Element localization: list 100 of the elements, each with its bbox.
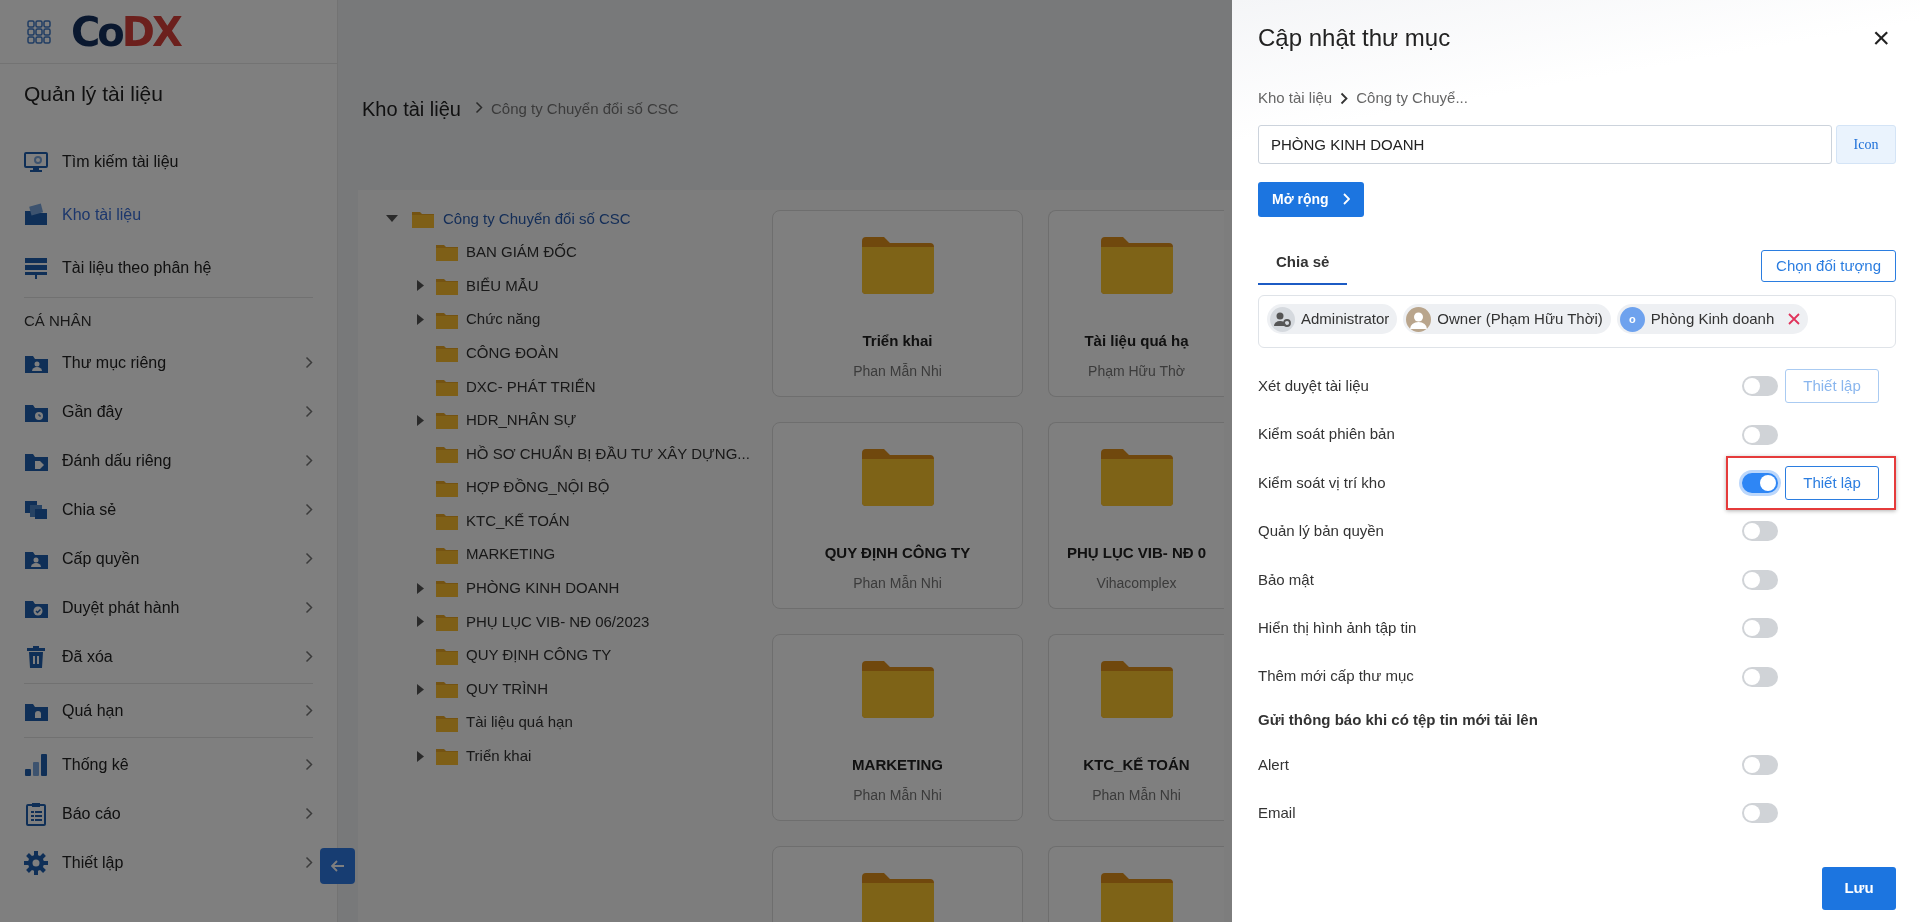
sidebar-item[interactable]: Duyệt phát hành bbox=[0, 583, 337, 632]
caret-down-icon[interactable] bbox=[386, 214, 398, 223]
toggle-switch[interactable] bbox=[1742, 666, 1778, 687]
folder-icon bbox=[24, 203, 48, 227]
tree-item[interactable]: QUY TRÌNH bbox=[466, 677, 548, 701]
caret-right-icon[interactable] bbox=[416, 750, 424, 762]
setup-button[interactable]: Thiết lập bbox=[1785, 466, 1879, 500]
sidebar-item[interactable]: Thống kê bbox=[0, 740, 337, 789]
sidebar-item[interactable]: Báo cáo bbox=[0, 789, 337, 838]
name-input-field[interactable]: PHÒNG KINH DOANH bbox=[1258, 124, 1832, 164]
folder-icon bbox=[1100, 661, 1173, 718]
folder-card[interactable]: Tài liệu quá hạ Phạm Hữu Thờ bbox=[1048, 210, 1224, 397]
folder-icon bbox=[436, 478, 458, 497]
setting-label: Email bbox=[1258, 803, 1297, 824]
monitor-search-icon bbox=[24, 150, 48, 174]
close-button[interactable]: × bbox=[1866, 23, 1896, 53]
caret-right-icon[interactable] bbox=[416, 683, 424, 695]
icon-button[interactable]: Icon bbox=[1836, 124, 1896, 164]
recipient-chip: o Phòng Kinh doanh bbox=[1616, 304, 1809, 334]
toggle-switch[interactable] bbox=[1742, 521, 1778, 542]
chevron-right-icon bbox=[305, 601, 313, 614]
caret-right-icon[interactable] bbox=[416, 582, 424, 594]
folder-icon bbox=[436, 243, 458, 262]
sidebar-item[interactable]: Tài liệu theo phân hệ bbox=[0, 241, 337, 295]
tree-item[interactable]: QUY ĐỊNH CÔNG TY bbox=[466, 644, 612, 667]
panel-title: Cập nhật thư mục bbox=[1258, 23, 1451, 53]
sidebar-item[interactable]: Kho tài liệu bbox=[0, 188, 337, 242]
save-button[interactable]: Lưu bbox=[1822, 867, 1896, 910]
folder-icon bbox=[1100, 449, 1173, 506]
sidebar-item[interactable]: Chia sẻ bbox=[0, 485, 337, 534]
expand-button[interactable]: Mở rộng bbox=[1258, 181, 1364, 217]
tree-item[interactable]: Triển khai bbox=[466, 745, 532, 768]
toggle-switch[interactable] bbox=[1742, 618, 1778, 639]
folder-icon bbox=[861, 237, 934, 294]
section-heading: Gửi thông báo khi có tệp tin mới tải lên bbox=[1258, 710, 1539, 731]
setting-label: Alert bbox=[1258, 754, 1290, 775]
toggle-switch[interactable] bbox=[1742, 376, 1778, 397]
toggle-switch[interactable] bbox=[1742, 473, 1778, 493]
sidebar-item[interactable]: Gần đây bbox=[0, 387, 337, 436]
sidebar-item[interactable]: Đã xóa bbox=[0, 632, 337, 681]
folder-name: QUY ĐỊNH CÔNG TY bbox=[824, 543, 971, 563]
tree-item[interactable]: DXC- PHÁT TRIỂN bbox=[466, 375, 596, 398]
folder-card[interactable]: PHỤ LỤC VIB- NĐ 0 Vihacomplex bbox=[1048, 422, 1224, 609]
toggle-switch[interactable] bbox=[1742, 424, 1778, 445]
tree-item[interactable]: HỒ SƠ CHUẨN BỊ ĐẦU TƯ XÂY DỰNG... bbox=[466, 442, 750, 466]
sidebar-item[interactable]: Thư mục riêng bbox=[0, 338, 337, 387]
folder-card[interactable]: KTC_KẾ TOÁN Phan Mẫn Nhi bbox=[1048, 634, 1224, 821]
remove-icon[interactable] bbox=[1788, 313, 1801, 325]
folder-icon bbox=[436, 344, 458, 363]
folder-name: MARKETING bbox=[852, 755, 943, 775]
tree-item[interactable]: MARKETING bbox=[466, 543, 556, 566]
setting-label: Xét duyệt tài liệu bbox=[1258, 375, 1370, 396]
tree-item[interactable]: CÔNG ĐOÀN bbox=[466, 341, 559, 365]
tree-item[interactable]: Tài liệu quá hạn bbox=[466, 711, 573, 734]
collapse-sidebar-button[interactable] bbox=[320, 848, 355, 884]
breadcrumb-link[interactable]: Kho tài liệu bbox=[1258, 87, 1333, 110]
folder-card[interactable]: MARKETING Phan Mẫn Nhi bbox=[772, 634, 1023, 821]
tree-item[interactable]: BAN GIÁM ĐỐC bbox=[466, 241, 577, 264]
toggle-switch[interactable] bbox=[1742, 754, 1778, 775]
sidebar-item[interactable]: Quá hạn bbox=[0, 686, 337, 735]
caret-right-icon[interactable] bbox=[416, 280, 424, 292]
folder-owner: Phạm Hữu Thờ bbox=[1088, 361, 1185, 381]
toggle-switch[interactable] bbox=[1742, 569, 1778, 590]
folder-owner: Phan Mẫn Nhi bbox=[853, 361, 942, 381]
trash-icon bbox=[24, 644, 48, 669]
sidebar-item[interactable]: Tìm kiếm tài liệu bbox=[0, 135, 337, 189]
folder-icon bbox=[436, 579, 458, 598]
tree-item[interactable]: Công ty Chuyển đổi số CSC bbox=[443, 207, 631, 231]
page-title: Kho tài liệu bbox=[362, 97, 461, 122]
folder-icon bbox=[861, 661, 934, 718]
folder-icon bbox=[1100, 873, 1173, 922]
breadcrumb-link[interactable]: Công ty Chuyển đổi số CSC bbox=[490, 98, 679, 121]
caret-right-icon[interactable] bbox=[416, 414, 424, 426]
tree-item[interactable]: HỢP ĐỒNG_NỘI BỘ bbox=[466, 476, 610, 499]
chevron-right-icon bbox=[305, 405, 313, 418]
folder-icon bbox=[436, 444, 458, 463]
app-grid-icon[interactable] bbox=[27, 19, 51, 44]
caret-right-icon[interactable] bbox=[416, 314, 424, 326]
folder-icon bbox=[436, 545, 458, 564]
sidebar-item[interactable]: Cấp quyền bbox=[0, 534, 337, 583]
tree-item[interactable]: HDR_NHÂN SỰ bbox=[466, 409, 577, 432]
folder-icon bbox=[436, 411, 458, 430]
caret-right-icon[interactable] bbox=[416, 616, 424, 628]
tree-item[interactable]: KTC_KẾ TOÁN bbox=[466, 509, 570, 533]
folder-owner: Phan Mẫn Nhi bbox=[853, 785, 942, 805]
folder-card[interactable]: Triển khai Phan Mẫn Nhi bbox=[772, 210, 1023, 397]
chevron-right-icon bbox=[305, 356, 313, 369]
choose-recipients-button[interactable]: Chọn đối tượng bbox=[1761, 250, 1896, 282]
toggle-switch[interactable] bbox=[1742, 803, 1778, 824]
folder-owner: Phan Mẫn Nhi bbox=[853, 573, 942, 593]
recipient-chip: Administrator bbox=[1267, 304, 1398, 334]
tab[interactable]: Chia sẻ bbox=[1258, 244, 1348, 285]
breadcrumb-link[interactable]: Công ty Chuyể... bbox=[1356, 87, 1468, 110]
tree-item[interactable]: PHÒNG KINH DOANH bbox=[466, 577, 620, 600]
tree-item[interactable]: PHỤ LỤC VIB- NĐ 06/2023 bbox=[466, 610, 650, 634]
tree-item[interactable]: BIỂU MẪU bbox=[466, 274, 539, 298]
folder-card[interactable]: QUY ĐỊNH CÔNG TY Phan Mẫn Nhi bbox=[772, 422, 1023, 609]
tree-item[interactable]: Chức năng bbox=[466, 308, 541, 331]
sidebar-item[interactable]: Đánh dấu riêng bbox=[0, 436, 337, 485]
folder-icon bbox=[436, 747, 458, 766]
